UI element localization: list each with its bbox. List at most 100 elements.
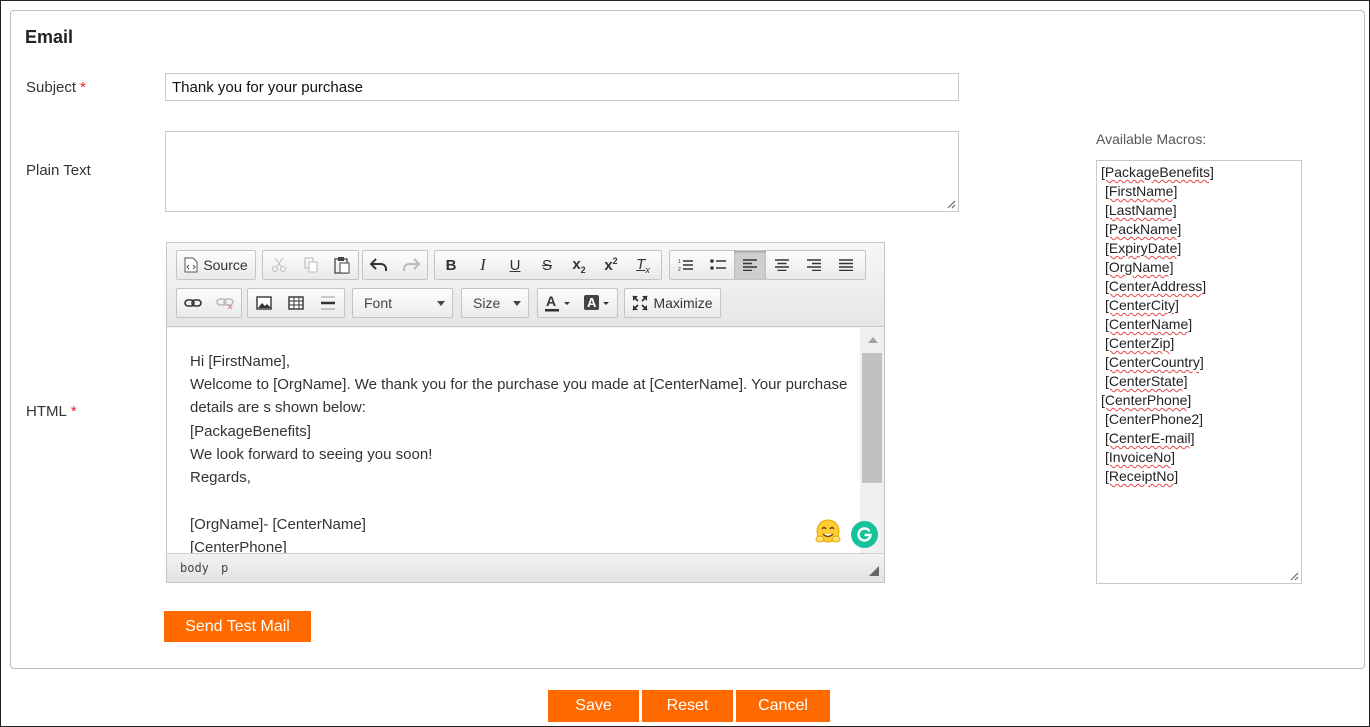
toolbar-group-paragraph: 12	[669, 250, 866, 280]
resize-grip-icon[interactable]	[946, 199, 956, 209]
html-editor[interactable]: Source B I U S x2 x2 Tx 1 2 Font Size A …	[166, 242, 885, 583]
subscript-button[interactable]: x2	[563, 251, 595, 279]
scroll-up-icon[interactable]	[868, 337, 878, 343]
bulleted-list-button[interactable]	[702, 251, 734, 279]
source-icon	[184, 257, 198, 273]
reset-button[interactable]: Reset	[642, 690, 733, 722]
maximize-label: Maximize	[653, 295, 713, 311]
link-icon	[184, 299, 202, 307]
send-test-mail-button[interactable]: Send Test Mail	[164, 611, 311, 642]
size-select-value: Size	[473, 295, 501, 311]
macro-item: [InvoiceNo]	[1105, 449, 1176, 465]
toolbar-group-clipboard	[262, 250, 359, 280]
grammarly-g-icon	[857, 527, 872, 542]
copy-button[interactable]	[295, 251, 327, 279]
strikethrough-button[interactable]: S	[531, 251, 563, 279]
toolbar-group-colors: A A	[537, 288, 618, 318]
strikethrough-icon: S	[541, 256, 552, 274]
bold-button[interactable]: B	[435, 251, 467, 279]
editor-line: Regards,	[190, 469, 251, 486]
save-button[interactable]: Save	[548, 690, 639, 722]
editor-scrollbar[interactable]	[860, 328, 884, 553]
text-color-button[interactable]: A	[538, 289, 578, 317]
maximize-button[interactable]: Maximize	[625, 289, 720, 317]
superscript-icon: x2	[604, 256, 618, 274]
macro-item: [FirstName]	[1105, 183, 1178, 199]
path-p[interactable]: p	[221, 561, 228, 575]
align-left-button[interactable]	[734, 251, 766, 279]
redo-button[interactable]	[395, 251, 427, 279]
cut-button[interactable]	[263, 251, 295, 279]
undo-button[interactable]	[363, 251, 395, 279]
paste-button[interactable]	[326, 251, 358, 279]
undo-icon	[370, 258, 387, 271]
subject-input[interactable]	[165, 73, 959, 101]
toolbar-group-tools: Maximize	[624, 288, 721, 318]
macro-item: [PackName]	[1105, 221, 1182, 237]
remove-format-button[interactable]: Tx	[627, 251, 659, 279]
required-mark: *	[70, 403, 77, 420]
numbered-list-button[interactable]: 12	[670, 251, 702, 279]
macro-item: [ReceiptNo]	[1105, 468, 1179, 484]
background-color-button[interactable]: A	[578, 289, 618, 317]
subject-label: Subject *	[26, 79, 86, 96]
source-button[interactable]: Source	[177, 251, 255, 279]
cancel-button[interactable]: Cancel	[736, 690, 830, 722]
macro-item: [LastName]	[1105, 202, 1177, 218]
horizontal-rule-button[interactable]	[312, 289, 344, 317]
redo-icon	[403, 258, 420, 271]
path-body[interactable]: body	[180, 561, 209, 575]
macro-item: [CenterPhone]	[1101, 392, 1192, 408]
italic-button[interactable]: I	[467, 251, 499, 279]
underline-icon: U	[509, 256, 521, 274]
required-mark: *	[80, 79, 86, 96]
editor-toolbar: Source B I U S x2 x2 Tx 1 2 Font Size A …	[167, 243, 884, 327]
image-button[interactable]	[248, 289, 280, 317]
svg-text:A: A	[546, 294, 556, 309]
unlink-button[interactable]	[209, 289, 241, 317]
editor-line: [PackageBenefits]	[190, 423, 311, 440]
scrollbar-thumb[interactable]	[862, 353, 882, 483]
underline-button[interactable]: U	[499, 251, 531, 279]
align-left-icon	[743, 259, 757, 271]
macro-item: [CenterState]	[1105, 373, 1188, 389]
size-select[interactable]: Size	[461, 288, 529, 318]
toolbar-group-basicstyles: B I U S x2 x2 Tx	[434, 250, 662, 280]
editor-line: Hi [FirstName],	[190, 353, 291, 370]
toolbar-group-document: Source	[176, 250, 256, 280]
toolbar-group-history	[362, 250, 428, 280]
justify-icon	[839, 259, 853, 271]
image-icon	[256, 296, 272, 310]
grammarly-icon[interactable]	[851, 521, 878, 548]
macro-item: [CenterName]	[1105, 316, 1193, 332]
align-center-button[interactable]	[766, 251, 798, 279]
editor-line: [OrgName]- [CenterName]	[190, 516, 366, 533]
scissors-icon	[271, 257, 286, 272]
editor-line: details are s shown below:	[190, 399, 366, 416]
macro-item: [ExpiryDate]	[1105, 240, 1182, 256]
svg-text:A: A	[587, 295, 597, 310]
macros-textarea[interactable]: [PackageBenefits] [FirstName] [LastName]…	[1096, 160, 1302, 584]
font-select[interactable]: Font	[352, 288, 453, 318]
macro-item: [PackageBenefits]	[1101, 164, 1214, 180]
editor-resize-icon[interactable]	[869, 566, 879, 576]
align-right-icon	[807, 259, 821, 271]
editor-statusbar: body p	[167, 553, 884, 582]
source-label: Source	[203, 257, 248, 273]
editor-content[interactable]: Hi [FirstName], Welcome to [OrgName]. We…	[167, 328, 860, 553]
link-button[interactable]	[177, 289, 209, 317]
resize-grip-icon[interactable]	[1289, 571, 1299, 581]
unlink-icon	[216, 298, 234, 309]
subscript-icon: x2	[572, 255, 586, 275]
svg-text:1: 1	[678, 259, 681, 265]
remove-format-icon: Tx	[636, 255, 650, 275]
table-icon	[288, 296, 304, 310]
justify-button[interactable]	[830, 251, 862, 279]
plain-text-textarea[interactable]	[165, 131, 959, 212]
align-right-button[interactable]	[798, 251, 830, 279]
paste-icon	[334, 257, 350, 274]
superscript-button[interactable]: x2	[595, 251, 627, 279]
table-button[interactable]	[280, 289, 312, 317]
email-settings-panel: Email Subject* Plain Text HTML* Source	[10, 10, 1365, 669]
emoji-icon[interactable]	[814, 518, 842, 546]
